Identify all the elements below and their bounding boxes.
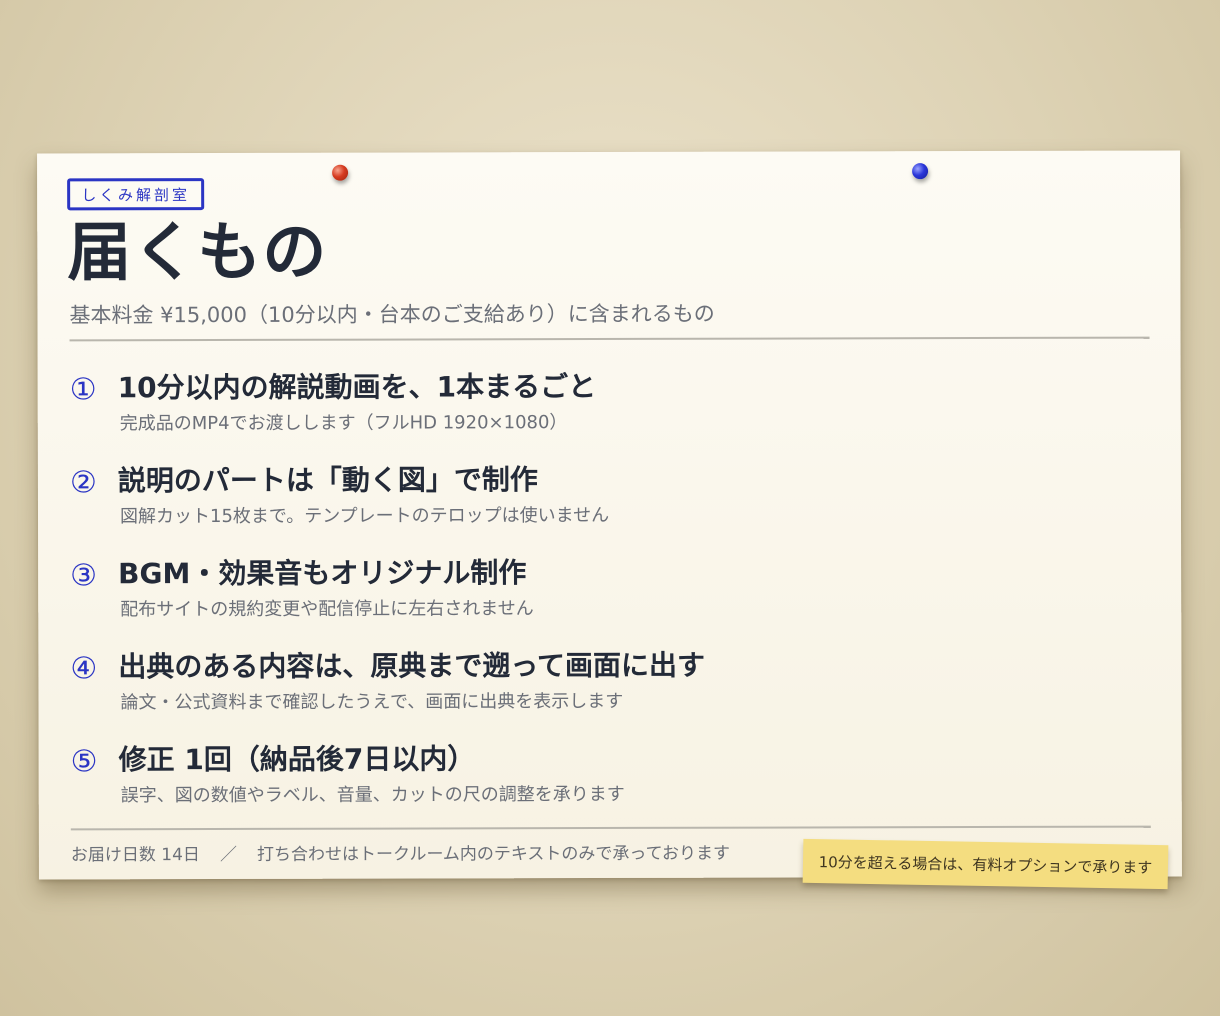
page-subtitle: 基本料金 ¥15,000（10分以内・台本のご支給あり）に含まれるもの — [69, 301, 715, 328]
list-item: ① 10分以内の解説動画を、1本まるごと 完成品のMP4でお渡しします（フルHD… — [69, 370, 1130, 444]
list-item: ③ BGM・効果音もオリジナル制作 配布サイトの規約変更や配信停止に左右されませ… — [70, 556, 1130, 630]
item-description: 誤字、図の数値やラベル、音量、カットの尺の調整を承ります — [120, 783, 625, 807]
footer: お届け日数 14日 ／ 打ち合わせはトークルーム内のテキストのみで承っております — [70, 843, 731, 866]
red-pin-icon — [332, 164, 349, 181]
sticky-note: 10分を超える場合は、有料オプションで承ります — [802, 838, 1169, 890]
item-description: 配布サイトの規約変更や配信停止に左右されません — [120, 598, 534, 621]
item-title: 修正 1回（納品後7日以内） — [118, 742, 476, 777]
list-item: ④ 出典のある内容は、原典まで遡って画面に出す 論文・公式資料まで確認したうえで… — [70, 648, 1130, 723]
footer-separator: ／ — [219, 844, 237, 866]
item-number: ① — [69, 372, 97, 408]
item-description: 図解カット15枚まで。テンプレートのテロップは使いません — [119, 505, 610, 528]
item-title: 10分以内の解説動画を、1本まるごと — [117, 370, 597, 405]
item-number: ⑤ — [70, 744, 98, 780]
list-item: ② 説明のパートは「動く図」で制作 図解カット15枚まで。テンプレートのテロップ… — [69, 463, 1130, 537]
communication-note: 打ち合わせはトークルーム内のテキストのみで承っております — [256, 843, 731, 865]
divider-bottom — [70, 825, 1151, 831]
item-number: ② — [69, 465, 97, 501]
item-title: BGM・効果音もオリジナル制作 — [118, 556, 527, 591]
delivery-days: お届け日数 14日 — [70, 845, 200, 866]
item-description: 論文・公式資料まで確認したうえで、画面に出典を表示します — [120, 690, 624, 714]
item-number: ④ — [70, 651, 98, 687]
item-description: 完成品のMP4でお渡しします（フルHD 1920×1080） — [119, 412, 568, 435]
divider-top — [69, 336, 1150, 342]
info-card: しくみ解剖室 届くもの 基本料金 ¥15,000（10分以内・台本のご支給あり）… — [37, 150, 1182, 880]
category-tag: しくみ解剖室 — [67, 178, 205, 211]
item-number: ③ — [70, 558, 98, 594]
list-item: ⑤ 修正 1回（納品後7日以内） 誤字、図の数値やラベル、音量、カットの尺の調整… — [70, 742, 1131, 816]
item-title: 説明のパートは「動く図」で制作 — [117, 463, 538, 498]
page-title: 届くもの — [67, 215, 328, 291]
item-title: 出典のある内容は、原典まで遡って画面に出す — [118, 648, 706, 684]
blue-pin-icon — [912, 163, 929, 180]
